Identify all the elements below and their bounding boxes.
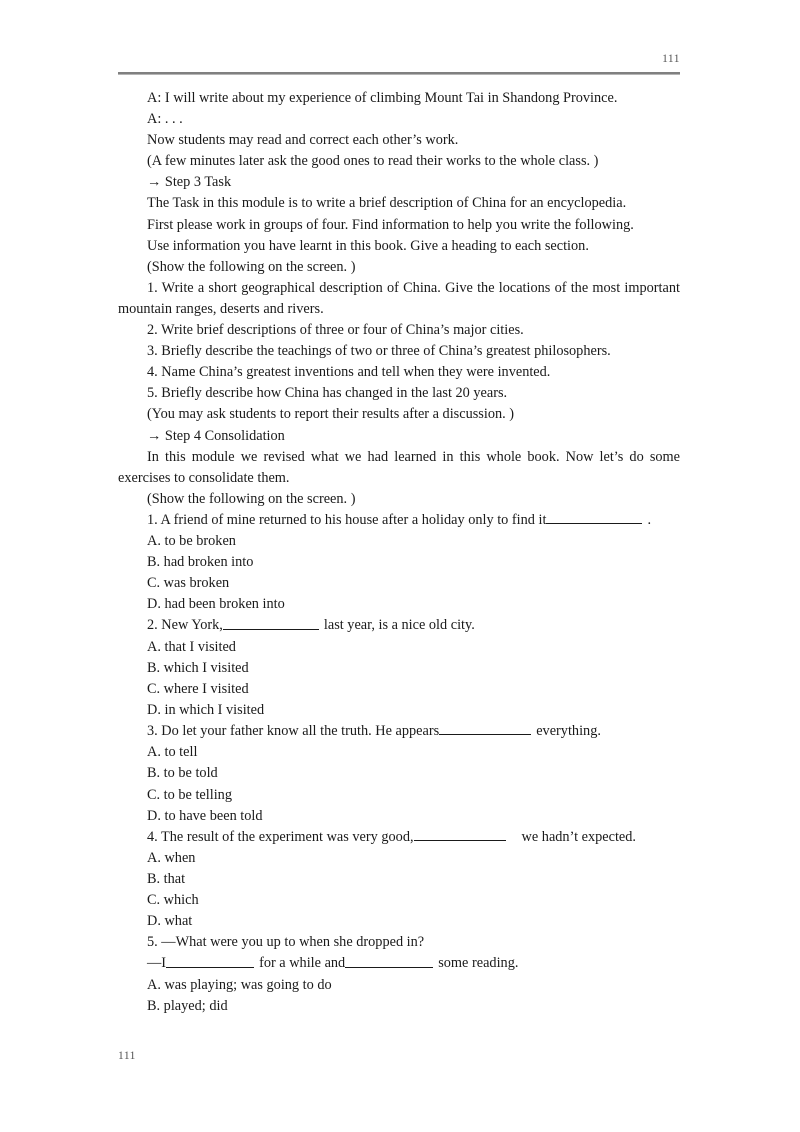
exercise-2-stem: 2. New York, last year, is a nice old cit… — [118, 615, 680, 636]
exercise-2-option-b[interactable]: B. which I visited — [118, 658, 680, 679]
task-item-1: 1. Write a short geographical descriptio… — [118, 279, 680, 317]
exercise-4-stem-text: 4. The result of the experiment was very… — [147, 828, 414, 845]
exercise-2-blank[interactable] — [222, 615, 319, 630]
exercise-2-stem-text: 2. New York, — [147, 617, 223, 634]
exercise-3-stem-text: 3. Do let your father know all the truth… — [147, 723, 440, 740]
exercise-3-option-b[interactable]: B. to be told — [118, 763, 680, 784]
exercise-1-stem-text: 1. A friend of mine returned to his hous… — [147, 512, 547, 529]
exercise-5-answer: —I for a while and some reading. — [118, 953, 680, 974]
instruction-line-show-screen-1: (Show the following on the screen. ) — [147, 258, 356, 275]
exercise-4-stem-tail: we hadn’t expected. — [521, 828, 637, 845]
task-item-2: 2. Write brief descriptions of three or … — [147, 322, 524, 339]
exercise-5-option-a[interactable]: A. was playing; was going to do — [118, 975, 680, 996]
exercise-3-option-d[interactable]: D. to have been told — [118, 806, 680, 827]
heading-step-3-task: → Step 3 Task — [147, 174, 232, 191]
footer-page-number: 111 — [118, 1050, 136, 1062]
instruction-line-few-minutes: (A few minutes later ask the good ones t… — [147, 153, 599, 170]
exercise-2-option-c[interactable]: C. where I visited — [118, 679, 680, 700]
exercise-5-answer-middle: for a while and — [259, 955, 346, 972]
exercise-2-option-d[interactable]: D. in which I visited — [118, 700, 680, 721]
header-page-number: 111 — [662, 53, 680, 65]
exercise-5-blank-1[interactable] — [166, 953, 255, 968]
dialogue-line-a1: A: I will write about my experience of c… — [147, 90, 618, 106]
heading-step-4-consolidation: → Step 4 Consolidation — [147, 427, 285, 444]
consolidation-paragraph: In this module we revised what we had le… — [118, 448, 680, 486]
exercise-5-blank-2[interactable] — [345, 953, 434, 968]
exercise-5-answer-lead: —I — [147, 955, 167, 972]
exercise-5-option-b[interactable]: B. played; did — [118, 996, 680, 1017]
exercise-1-option-a[interactable]: A. to be broken — [118, 531, 680, 552]
exercise-1-option-d[interactable]: D. had been broken into — [118, 594, 680, 615]
instruction-line-students-correct: Now students may read and correct each o… — [147, 132, 459, 149]
header-rule-divider — [118, 72, 680, 75]
instruction-line-show-screen-2: (Show the following on the screen. ) — [147, 490, 356, 507]
exercise-1-stem: 1. A friend of mine returned to his hous… — [118, 510, 680, 531]
exercise-3-stem: 3. Do let your father know all the truth… — [118, 721, 680, 742]
exercise-3-stem-tail: everything. — [536, 723, 601, 740]
exercise-2-option-a[interactable]: A. that I visited — [118, 637, 680, 658]
exercise-3-option-a[interactable]: A. to tell — [118, 742, 680, 763]
task-line-groups: First please work in groups of four. Fin… — [147, 216, 634, 233]
task-line-description: The Task in this module is to write a br… — [147, 195, 627, 212]
exercise-2-stem-tail: last year, is a nice old city. — [323, 617, 475, 634]
exercise-1-stem-tail: . — [647, 512, 652, 529]
exercise-4-option-d[interactable]: D. what — [118, 911, 680, 932]
exercise-4-option-b[interactable]: B. that — [118, 869, 680, 890]
exercise-1-option-c[interactable]: C. was broken — [118, 573, 680, 594]
exercise-4-option-c[interactable]: C. which — [118, 890, 680, 911]
document-page: 111 A: I will write about my experience … — [0, 0, 800, 1132]
task-line-heading: Use information you have learnt in this … — [147, 237, 589, 254]
exercise-5-answer-tail: some reading. — [438, 955, 519, 972]
task-item-3: 3. Briefly describe the teachings of two… — [147, 343, 611, 360]
dialogue-line-a2: A: . . . — [147, 111, 183, 128]
document-body: A: I will write about my experience of c… — [118, 88, 680, 1017]
exercise-1-blank[interactable] — [546, 510, 643, 525]
instruction-line-report-results: (You may ask students to report their re… — [147, 406, 515, 423]
exercise-3-option-c[interactable]: C. to be telling — [118, 785, 680, 806]
exercise-4-blank[interactable] — [413, 827, 506, 841]
exercise-1-option-b[interactable]: B. had broken into — [118, 552, 680, 573]
exercise-4-stem: 4. The result of the experiment was very… — [118, 827, 680, 848]
task-item-5: 5. Briefly describe how China has change… — [147, 385, 508, 402]
exercise-5-question: 5. —What were you up to when she dropped… — [147, 934, 425, 951]
task-item-4: 4. Name China’s greatest inventions and … — [147, 364, 551, 381]
exercise-3-blank[interactable] — [439, 721, 532, 736]
page-footer: 111 — [118, 1049, 680, 1063]
exercise-4-option-a[interactable]: A. when — [118, 848, 680, 869]
page-header: 111 — [118, 52, 680, 76]
